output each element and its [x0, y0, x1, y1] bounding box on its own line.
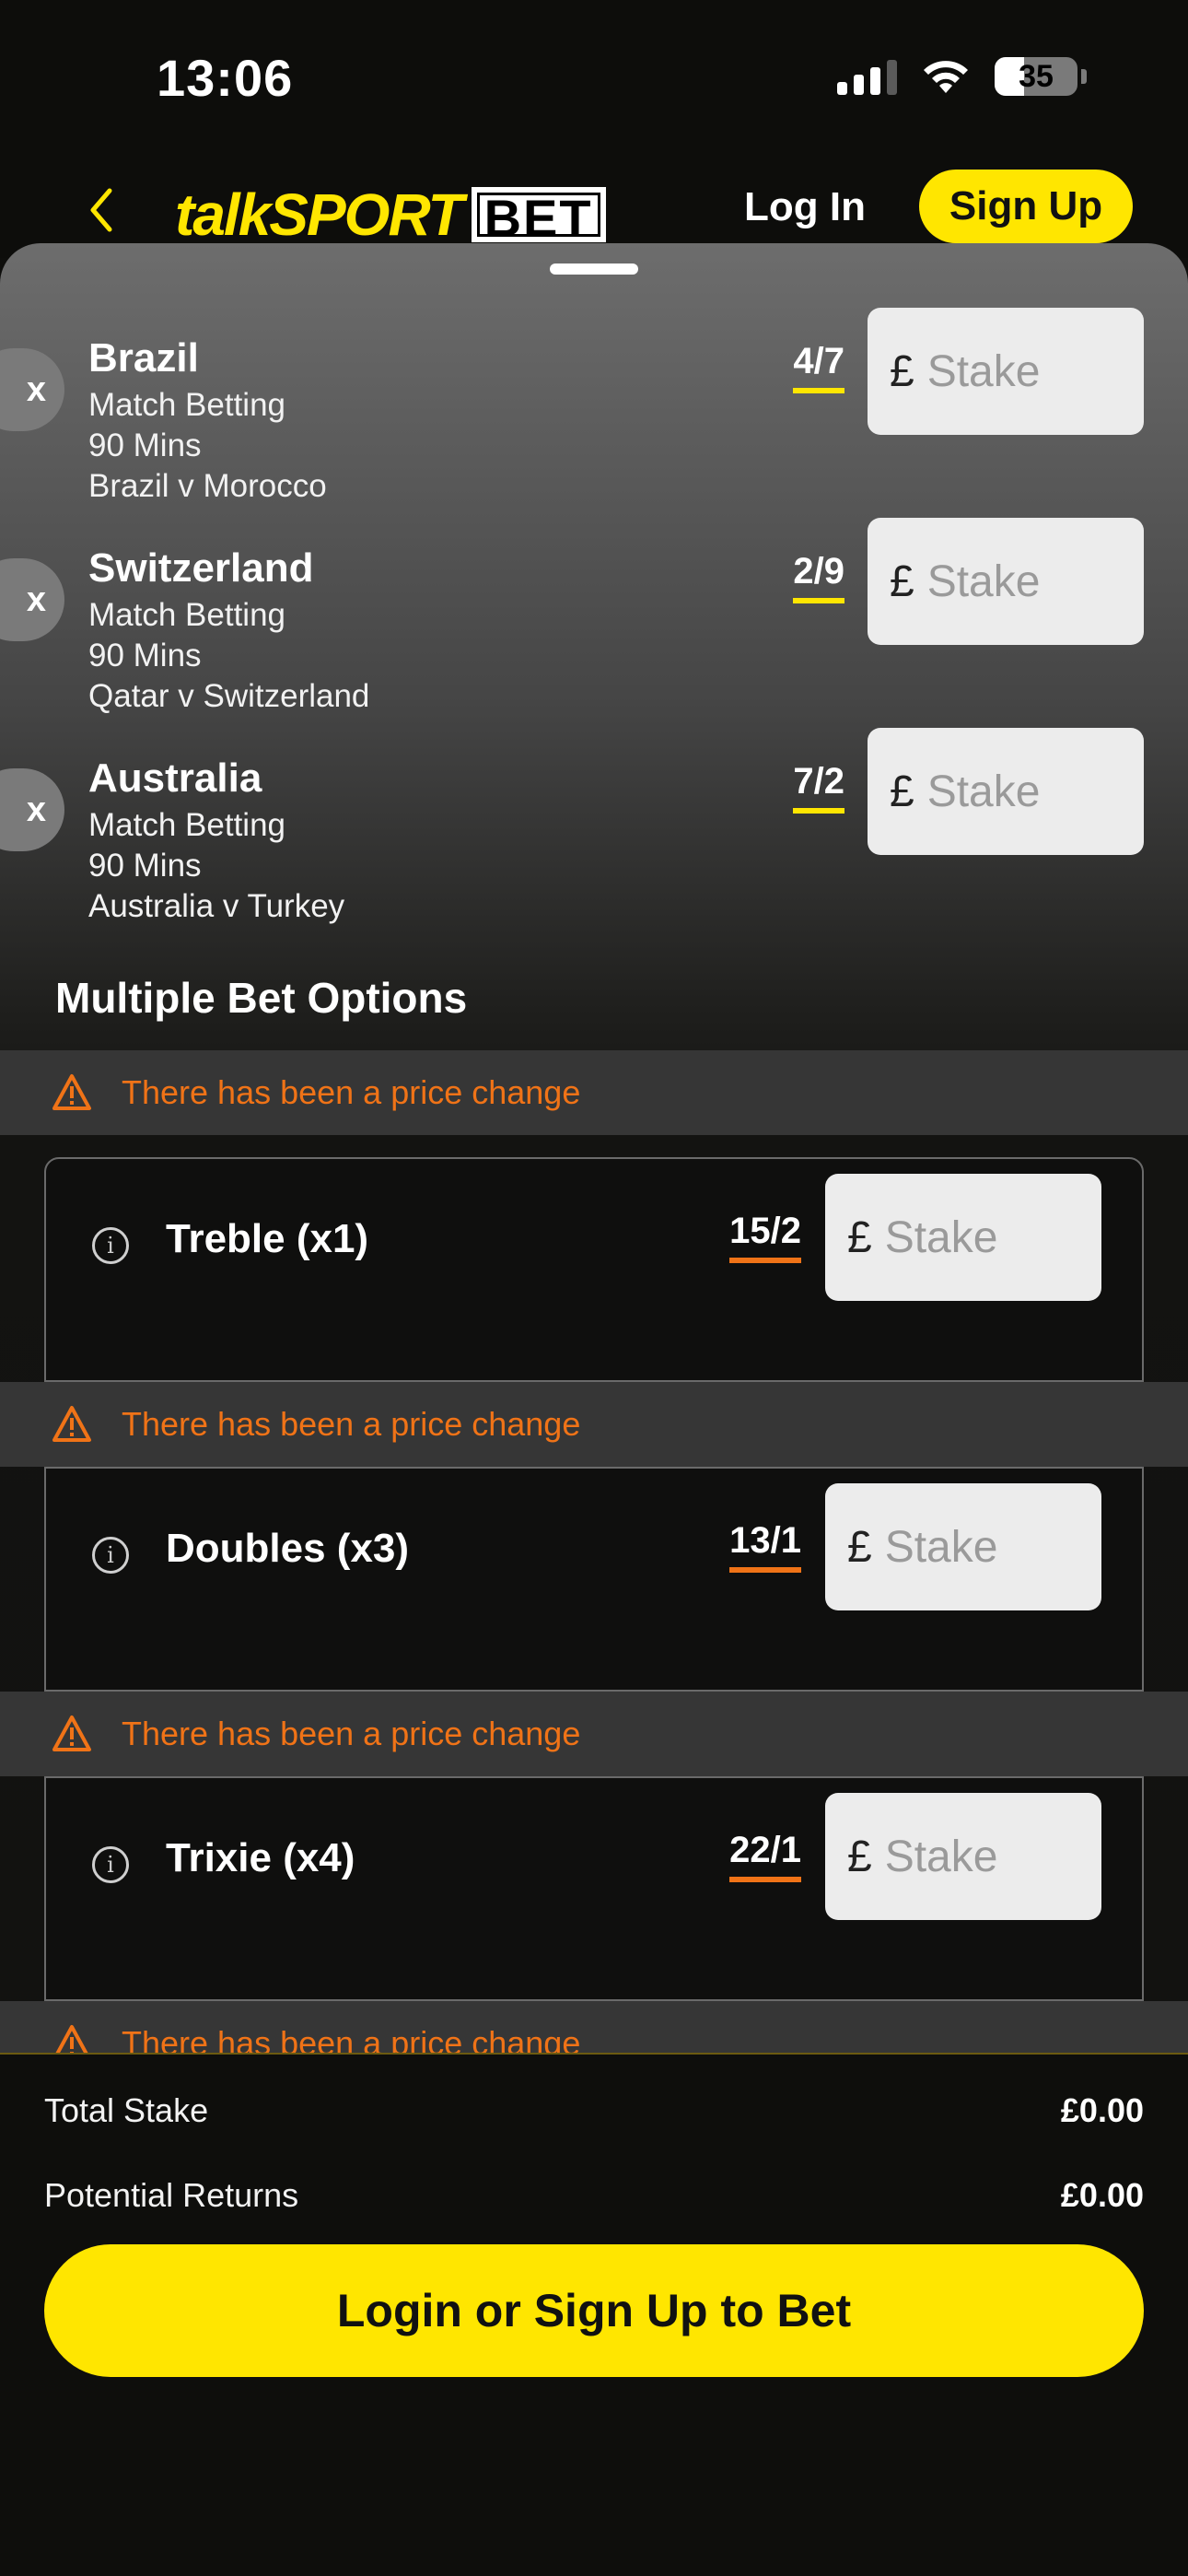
selection-item: x Brazil Match Betting 90 Mins Brazil v … [0, 308, 1188, 520]
stake-placeholder: Stake [884, 1212, 998, 1262]
bet-slip-footer: Total Stake £0.00 Potential Returns £0.0… [0, 2053, 1188, 2576]
battery-icon: 35 [995, 57, 1077, 96]
stake-placeholder: Stake [884, 1832, 998, 1881]
cellular-signal-icon [837, 58, 897, 95]
selection-market: Match Betting [88, 387, 285, 423]
selection-team: Switzerland [88, 545, 314, 591]
currency-symbol: £ [890, 346, 914, 396]
wifi-icon [924, 61, 968, 93]
status-bar: 13:06 35 [0, 0, 1188, 157]
warning-text: There has been a price change [122, 1405, 581, 1443]
warning-text: There has been a price change [122, 1073, 581, 1111]
potential-returns-label: Potential Returns [44, 2176, 299, 2214]
multiple-bet-name: Trixie (x4) [166, 1835, 355, 1880]
login-link[interactable]: Log In [744, 184, 866, 230]
currency-symbol: £ [847, 1212, 872, 1262]
selection-market: Match Betting [88, 597, 285, 633]
total-stake-value: £0.00 [1060, 2091, 1144, 2129]
multiple-bet-options-title: Multiple Bet Options [55, 974, 468, 1022]
total-stake-row: Total Stake £0.00 [44, 2091, 1144, 2130]
warning-icon [52, 1715, 91, 1751]
selection-odds[interactable]: 2/9 [793, 551, 844, 603]
signup-button[interactable]: Sign Up [919, 170, 1133, 243]
info-icon[interactable]: i [92, 1227, 129, 1264]
selection-odds[interactable]: 7/2 [793, 761, 844, 814]
warning-icon [52, 1406, 91, 1442]
battery-level: 35 [1019, 58, 1054, 94]
multiple-bet-card-treble: i Treble (x1) 15/2 £ Stake [44, 1157, 1144, 1382]
status-icons: 35 [837, 57, 1087, 96]
multiple-bet-card-trixie: i Trixie (x4) 22/1 £ Stake [44, 1776, 1144, 2001]
sheet-grabber-handle[interactable] [550, 263, 638, 275]
remove-selection-button[interactable]: x [0, 768, 64, 851]
stake-input[interactable]: £ Stake [868, 728, 1144, 855]
potential-returns-value: £0.00 [1060, 2176, 1144, 2214]
remove-selection-button[interactable]: x [0, 558, 64, 641]
selection-period: 90 Mins [88, 638, 202, 673]
selection-event: Qatar v Switzerland [88, 678, 370, 714]
selection-event: Australia v Turkey [88, 888, 345, 924]
selection-item: x Switzerland Match Betting 90 Mins Qata… [0, 518, 1188, 730]
stake-input[interactable]: £ Stake [868, 518, 1144, 645]
logo-talksport-text: talkSPORT [175, 181, 464, 248]
multiple-bet-odds[interactable]: 22/1 [729, 1830, 801, 1882]
back-button[interactable] [74, 182, 129, 238]
info-icon[interactable]: i [92, 1846, 129, 1883]
chevron-left-icon [90, 188, 112, 232]
stake-placeholder: Stake [884, 1522, 998, 1572]
currency-symbol: £ [847, 1832, 872, 1881]
selection-team: Brazil [88, 335, 199, 381]
stake-placeholder: Stake [926, 556, 1041, 606]
selection-period: 90 Mins [88, 848, 202, 884]
selection-team: Australia [88, 755, 262, 801]
stake-input[interactable]: £ Stake [825, 1793, 1101, 1920]
price-change-warning: There has been a price change [0, 1382, 1188, 1467]
stake-input[interactable]: £ Stake [825, 1483, 1101, 1610]
stake-placeholder: Stake [926, 767, 1041, 816]
total-stake-label: Total Stake [44, 2091, 209, 2129]
multiple-bet-card-doubles: i Doubles (x3) 13/1 £ Stake [44, 1467, 1144, 1692]
selection-market: Match Betting [88, 807, 285, 843]
currency-symbol: £ [847, 1522, 872, 1572]
price-change-warning: There has been a price change [0, 1050, 1188, 1135]
selection-period: 90 Mins [88, 427, 202, 463]
login-or-signup-to-bet-button[interactable]: Login or Sign Up to Bet [44, 2244, 1144, 2377]
talksport-bet-logo: talkSPORT BET [175, 181, 606, 249]
stake-placeholder: Stake [926, 346, 1041, 396]
currency-symbol: £ [890, 556, 914, 606]
potential-returns-row: Potential Returns £0.00 [44, 2176, 1144, 2215]
stake-input[interactable]: £ Stake [868, 308, 1144, 435]
logo-bet-text: BET [471, 187, 606, 246]
battery-tip [1081, 69, 1087, 84]
status-time: 13:06 [157, 49, 294, 107]
price-change-warning: There has been a price change [0, 1692, 1188, 1776]
remove-selection-button[interactable]: x [0, 348, 64, 431]
stake-input[interactable]: £ Stake [825, 1174, 1101, 1301]
info-icon[interactable]: i [92, 1537, 129, 1574]
selection-item: x Australia Match Betting 90 Mins Austra… [0, 728, 1188, 940]
multiple-bet-name: Doubles (x3) [166, 1526, 410, 1571]
warning-icon [52, 1074, 91, 1110]
multiple-bet-odds[interactable]: 13/1 [729, 1520, 801, 1573]
warning-text: There has been a price change [122, 1715, 581, 1752]
multiple-bet-name: Treble (x1) [166, 1216, 369, 1261]
multiple-bet-odds[interactable]: 15/2 [729, 1211, 801, 1263]
currency-symbol: £ [890, 767, 914, 816]
selection-odds[interactable]: 4/7 [793, 341, 844, 393]
selection-event: Brazil v Morocco [88, 468, 327, 504]
